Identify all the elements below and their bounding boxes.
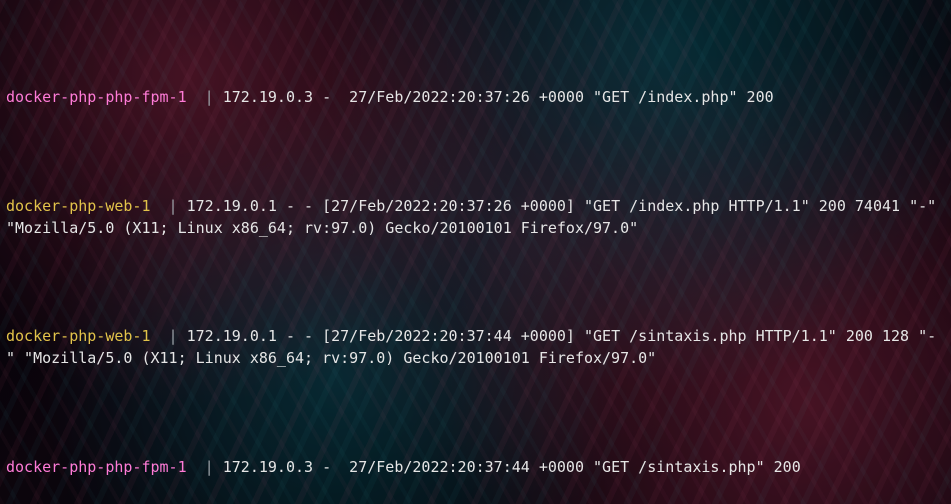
log-text: 172.19.0.3 - 27/Feb/2022:20:37:44 +0000 … — [223, 458, 801, 476]
log-separator: | — [187, 458, 223, 476]
terminal-output[interactable]: docker-php-php-fpm-1 | 172.19.0.3 - 27/F… — [0, 0, 951, 504]
service-name-fpm: docker-php-php-fpm-1 — [6, 88, 187, 106]
log-separator: | — [187, 88, 223, 106]
service-name-web: docker-php-web-1 — [6, 197, 151, 215]
service-name-fpm: docker-php-php-fpm-1 — [6, 458, 187, 476]
log-line: docker-php-web-1 | 172.19.0.1 - - [27/Fe… — [6, 196, 945, 240]
log-separator: | — [151, 327, 187, 345]
service-name-web: docker-php-web-1 — [6, 327, 151, 345]
log-separator: | — [151, 197, 187, 215]
log-line: docker-php-php-fpm-1 | 172.19.0.3 - 27/F… — [6, 457, 945, 479]
log-text: 172.19.0.3 - 27/Feb/2022:20:37:26 +0000 … — [223, 88, 774, 106]
log-line: docker-php-php-fpm-1 | 172.19.0.3 - 27/F… — [6, 87, 945, 109]
log-line: docker-php-web-1 | 172.19.0.1 - - [27/Fe… — [6, 326, 945, 370]
